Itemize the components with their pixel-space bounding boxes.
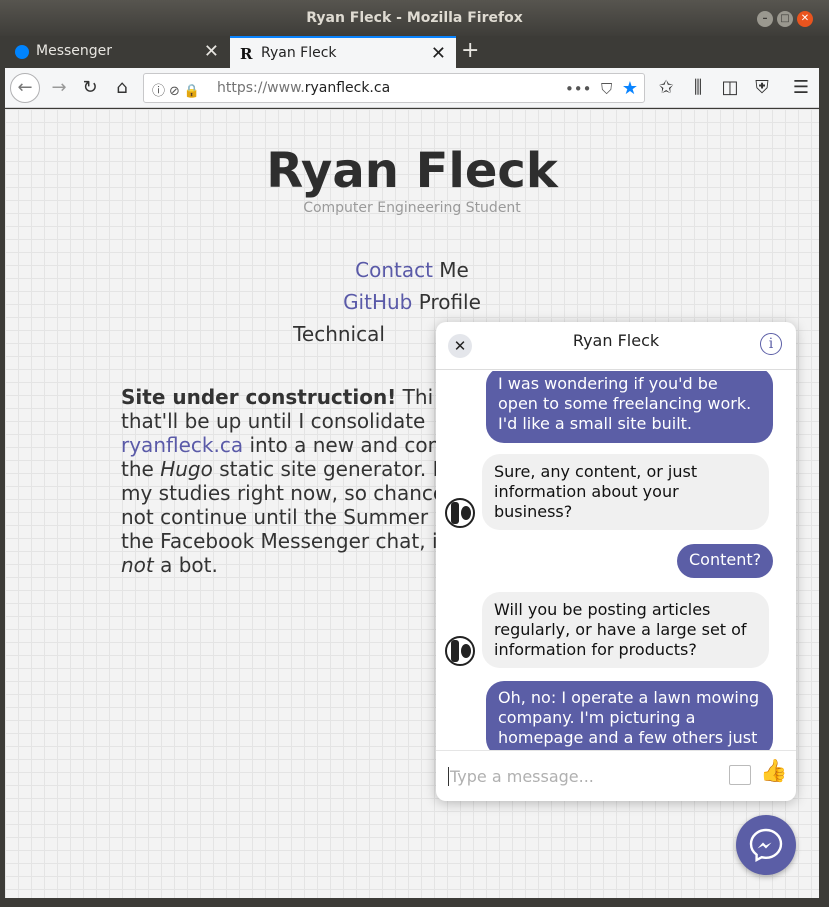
home-icon[interactable]: ⌂	[108, 74, 136, 102]
window-titlebar: Ryan Fleck - Mozilla Firefox – □ ✕	[0, 0, 829, 36]
page-title: Ryan Fleck	[266, 143, 558, 199]
navigation-toolbar: ← → ↻ ⌂ ⓘ⊘🔒 https://www.ryanfleck.ca •••…	[5, 68, 819, 108]
hugo-text: Hugo	[160, 457, 213, 481]
tab-close-icon[interactable]: ✕	[431, 43, 446, 64]
thumbs-up-icon[interactable]: 👍	[760, 759, 787, 784]
chat-composer: Type a message... 👍	[436, 750, 796, 801]
new-tab-icon[interactable]: +	[461, 38, 479, 63]
link-suffix: Me	[432, 258, 469, 282]
chat-contact-name: Ryan Fleck	[572, 331, 660, 350]
tab-strip: Messenger ✕ R Ryan Fleck ✕ +	[5, 36, 819, 68]
messenger-chat-panel: ✕ Ryan Fleck i I was wondering if you'd …	[436, 322, 796, 801]
contact-link[interactable]: Contact	[355, 258, 433, 282]
technical-text[interactable]: Technical	[293, 322, 385, 346]
tab-ryan-fleck[interactable]: R Ryan Fleck ✕	[230, 36, 456, 68]
window-close-icon[interactable]: ✕	[797, 11, 813, 27]
avatar	[445, 498, 475, 528]
message-sent: I was wondering if you'd be open to some…	[486, 371, 773, 443]
ublock-shield-icon[interactable]: ⛨	[748, 74, 776, 102]
messenger-icon	[15, 45, 29, 59]
tab-close-icon[interactable]: ✕	[204, 41, 219, 62]
pocket-icon[interactable]: ⛉	[601, 80, 612, 98]
chat-header: ✕ Ryan Fleck i	[436, 322, 796, 370]
message-received: Sure, any content, or just information a…	[482, 454, 769, 530]
window-title: Ryan Fleck - Mozilla Firefox	[306, 10, 523, 26]
message-sent: Oh, no: I operate a lawn mowing company.…	[486, 681, 773, 750]
para-line: static site generator. I	[219, 457, 439, 481]
ryanfleck-link[interactable]: ryanfleck.ca	[121, 433, 243, 457]
url-bar[interactable]: ⓘ⊘🔒 https://www.ryanfleck.ca ••• ⛉ ★	[143, 73, 645, 103]
message-input[interactable]: Type a message...	[448, 767, 594, 786]
messenger-icon	[749, 828, 783, 863]
minimize-icon[interactable]: –	[757, 11, 773, 27]
contact-line: Contact Me	[5, 258, 819, 282]
hamburger-menu-icon[interactable]: ☰	[787, 74, 815, 102]
url-text: https://www.ryanfleck.ca	[217, 80, 390, 96]
lock-icon: 🔒	[183, 84, 205, 99]
url-actions: ••• ⛉ ★	[565, 78, 638, 99]
reload-icon[interactable]: ↻	[76, 74, 104, 102]
maximize-icon[interactable]: □	[777, 11, 793, 27]
avatar	[445, 636, 475, 666]
image-attach-icon[interactable]	[729, 765, 751, 785]
messenger-launcher-button[interactable]	[736, 815, 796, 875]
para-word: the	[121, 457, 161, 481]
link-suffix: Profile	[412, 290, 481, 314]
page-subtitle: Computer Engineering Student	[303, 200, 521, 216]
site-info-icon[interactable]: ⓘ⊘🔒	[152, 80, 204, 99]
bookmark-star-icon[interactable]: ★	[622, 78, 638, 99]
chat-messages[interactable]: I was wondering if you'd be open to some…	[436, 371, 796, 750]
tab-label: Messenger	[36, 43, 113, 59]
para-line: into a new and con	[249, 433, 441, 457]
info-icon[interactable]: i	[760, 333, 782, 355]
forward-icon[interactable]: →	[45, 74, 73, 102]
url-domain: ryanfleck.ca	[304, 80, 391, 96]
tab-label: Ryan Fleck	[261, 45, 337, 61]
not-emphasis: not	[121, 553, 154, 577]
para-line: Thi	[402, 385, 434, 409]
message-sent: Content?	[677, 544, 773, 578]
bookmarks-star-icon[interactable]: ✩	[652, 74, 680, 102]
tab-messenger[interactable]: Messenger ✕	[5, 36, 229, 68]
library-icon[interactable]: ⫼	[684, 74, 712, 102]
github-line: GitHub Profile	[5, 290, 819, 314]
github-link[interactable]: GitHub	[343, 290, 412, 314]
page-actions-icon[interactable]: •••	[565, 80, 592, 98]
back-icon[interactable]: ←	[10, 73, 40, 103]
message-received: Will you be posting articles regularly, …	[482, 592, 769, 668]
para-line: a bot.	[160, 553, 218, 577]
site-favicon-icon: R	[240, 45, 253, 63]
construction-heading: Site under construction!	[121, 385, 397, 409]
url-prefix: https://www.	[217, 80, 305, 96]
sidebar-icon[interactable]: ◫	[716, 74, 744, 102]
